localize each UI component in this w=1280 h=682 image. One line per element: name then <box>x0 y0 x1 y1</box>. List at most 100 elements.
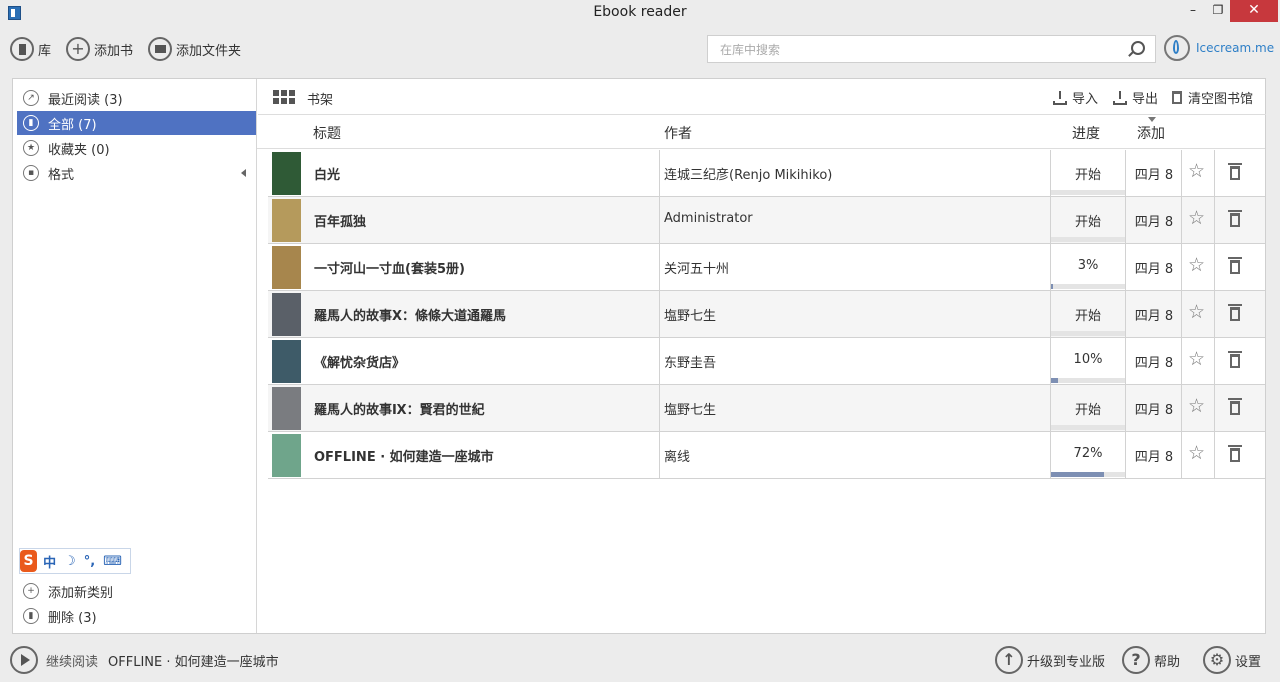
upgrade-label: 升级到专业版 <box>1027 654 1106 670</box>
book-date: 四月 8 <box>1134 262 1174 277</box>
search-icon[interactable] <box>1131 41 1145 55</box>
progress-bar <box>1051 284 1125 289</box>
ime-toolbar[interactable]: S 中 ☽ °, ⌨ <box>19 548 131 574</box>
delete-book-icon[interactable] <box>1228 304 1242 321</box>
ime-chinese-mode[interactable]: 中 <box>43 552 56 571</box>
column-title[interactable]: 标题 <box>313 123 341 143</box>
import-button[interactable]: 导入 <box>1053 88 1098 107</box>
sidebar-item-label: 格式 <box>48 167 75 183</box>
column-added[interactable]: 添加 <box>1137 123 1165 143</box>
star-icon: ★ <box>23 140 39 156</box>
clear-library-label: 清空图书馆 <box>1188 92 1254 107</box>
title-bar: Ebook reader – ❐ ✕ <box>0 0 1280 26</box>
sidebar-item-recent[interactable]: ↗ 最近阅读 (3) <box>17 86 256 110</box>
table-row[interactable]: 《解忧杂货店》 东野圭吾 10% 四月 8 ☆ <box>268 338 1265 385</box>
delete-book-icon[interactable] <box>1228 210 1242 227</box>
search-box <box>707 35 1156 63</box>
status-bar: 继续阅读 OFFLINE · 如何建造一座城市 ↑ 升级到专业版 ? 帮助 ⚙ … <box>0 640 1280 682</box>
sidebar-item-favorites[interactable]: ★ 收藏夹 (0) <box>17 136 256 160</box>
export-button[interactable]: 导出 <box>1113 88 1158 107</box>
book-title: OFFLINE · 如何建造一座城市 <box>314 450 494 465</box>
book-date: 四月 8 <box>1134 450 1174 465</box>
shelf-header: 书架 导入 导出 清空图书馆 <box>258 79 1266 115</box>
book-title: 《解忧杂货店》 <box>314 356 406 371</box>
book-title: 一寸河山一寸血(套装5册) <box>314 262 465 277</box>
book-date: 四月 8 <box>1134 309 1174 324</box>
progress-bar <box>1051 331 1125 336</box>
file-icon: ▪ <box>23 165 39 181</box>
play-icon <box>10 646 38 674</box>
trash-icon: ▮ <box>23 608 39 624</box>
ime-keyboard-icon[interactable]: ⌨ <box>103 554 122 569</box>
clear-library-button[interactable]: 清空图书馆 <box>1172 88 1253 107</box>
book-progress: 开始 <box>1074 168 1101 183</box>
book-cover <box>272 340 301 383</box>
table-row[interactable]: 羅馬人的故事Ⅹ：條條大道通羅馬 塩野七生 开始 四月 8 ☆ <box>268 291 1265 338</box>
brand-link[interactable]: Icecream.me <box>1164 35 1274 61</box>
book-date: 四月 8 <box>1134 403 1174 418</box>
progress-bar <box>1051 472 1125 477</box>
table-row[interactable]: 白光 连城三纪彦(Renjo Mikihiko) 开始 四月 8 ☆ <box>268 150 1265 197</box>
settings-label: 设置 <box>1235 654 1262 670</box>
help-button[interactable]: ? 帮助 <box>1122 646 1180 674</box>
column-author[interactable]: 作者 <box>664 123 692 143</box>
table-row[interactable]: 羅馬人的故事Ⅸ：賢君的世紀 塩野七生 开始 四月 8 ☆ <box>268 385 1265 432</box>
sidebar-item-all[interactable]: ▮ 全部 (7) <box>17 111 256 135</box>
book-author: 离线 <box>664 450 691 465</box>
add-category-button[interactable]: + 添加新类别 <box>17 579 256 603</box>
book-title: 羅馬人的故事Ⅹ：條條大道通羅馬 <box>314 309 507 324</box>
arrow-up-icon: ↑ <box>995 646 1023 674</box>
add-book-button[interactable]: + 添加书 <box>66 36 133 62</box>
deleted-items-button[interactable]: ▮ 删除 (3) <box>17 604 256 628</box>
export-icon <box>1113 90 1127 105</box>
table-row[interactable]: 一寸河山一寸血(套装5册) 关河五十州 3% 四月 8 ☆ <box>268 244 1265 291</box>
sidebar-item-formats[interactable]: ▪ 格式 <box>17 161 256 185</box>
icecream-logo-icon <box>1164 35 1190 61</box>
continue-reading-button[interactable]: 继续阅读 OFFLINE · 如何建造一座城市 <box>10 646 279 674</box>
book-icon: ▮ <box>23 115 39 131</box>
library-label: 库 <box>38 43 52 59</box>
current-book-title: OFFLINE · 如何建造一座城市 <box>108 654 279 670</box>
delete-book-icon[interactable] <box>1228 445 1242 462</box>
library-button[interactable]: 库 <box>10 36 51 62</box>
delete-book-icon[interactable] <box>1228 257 1242 274</box>
search-input[interactable] <box>718 40 1122 60</box>
ime-moon-icon[interactable]: ☽ <box>64 554 76 569</box>
ime-punctuation-icon[interactable]: °, <box>84 554 95 569</box>
help-icon: ? <box>1122 646 1150 674</box>
collapse-arrow-icon[interactable] <box>241 169 246 177</box>
favorite-star-icon[interactable]: ☆ <box>1188 254 1205 276</box>
column-progress[interactable]: 进度 <box>1072 123 1100 143</box>
favorite-star-icon[interactable]: ☆ <box>1188 207 1205 229</box>
book-progress: 3% <box>1077 258 1099 273</box>
folder-icon <box>148 37 172 61</box>
close-button[interactable]: ✕ <box>1230 0 1278 22</box>
book-author: 关河五十州 <box>664 262 730 277</box>
progress-bar <box>1051 237 1125 242</box>
book-title: 白光 <box>314 168 341 183</box>
grid-view-icon[interactable] <box>273 90 295 104</box>
progress-bar <box>1051 378 1125 383</box>
delete-book-icon[interactable] <box>1228 163 1242 180</box>
book-title: 百年孤独 <box>314 215 367 230</box>
delete-book-icon[interactable] <box>1228 398 1242 415</box>
add-folder-button[interactable]: 添加文件夹 <box>148 36 241 62</box>
delete-book-icon[interactable] <box>1228 351 1242 368</box>
table-row[interactable]: OFFLINE · 如何建造一座城市 离线 72% 四月 8 ☆ <box>268 432 1265 479</box>
favorite-star-icon[interactable]: ☆ <box>1188 442 1205 464</box>
book-cover <box>272 434 301 477</box>
help-label: 帮助 <box>1154 654 1181 670</box>
shelf-title: 书架 <box>307 93 334 108</box>
book-date: 四月 8 <box>1134 356 1174 371</box>
favorite-star-icon[interactable]: ☆ <box>1188 348 1205 370</box>
upgrade-button[interactable]: ↑ 升级到专业版 <box>995 646 1105 674</box>
table-header: 标题 作者 进度 添加 <box>257 115 1265 149</box>
favorite-star-icon[interactable]: ☆ <box>1188 301 1205 323</box>
settings-button[interactable]: ⚙ 设置 <box>1203 646 1261 674</box>
book-progress: 开始 <box>1074 403 1101 418</box>
maximize-button[interactable]: ❐ <box>1205 0 1231 22</box>
favorite-star-icon[interactable]: ☆ <box>1188 160 1205 182</box>
favorite-star-icon[interactable]: ☆ <box>1188 395 1205 417</box>
table-row[interactable]: 百年孤独 Administrator 开始 四月 8 ☆ <box>268 197 1265 244</box>
minimize-button[interactable]: – <box>1180 0 1206 22</box>
